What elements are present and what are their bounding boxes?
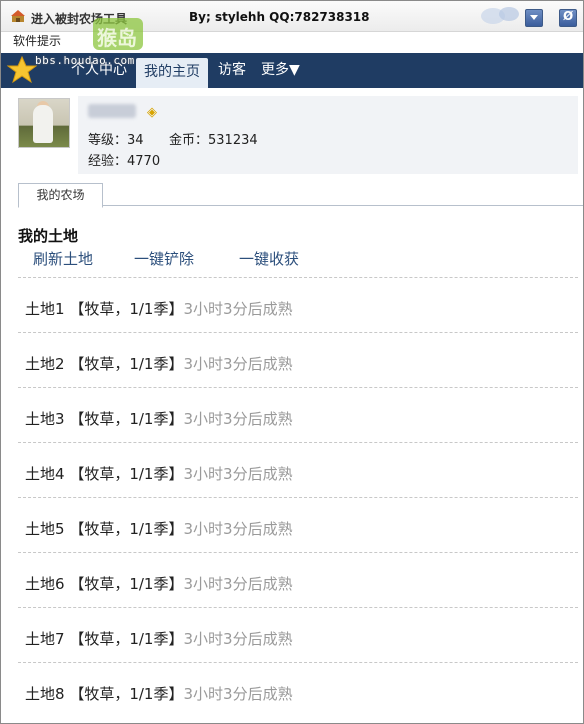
close-button[interactable] [559, 9, 577, 27]
plot-time: 3小时3分后成熟 [183, 300, 293, 318]
plot-name: 土地1 [25, 300, 65, 318]
plot-name: 土地6 [25, 575, 65, 593]
vip-badge-icon: ◈ [147, 105, 157, 120]
plot-crop: 【牧草，1/1季】 [69, 630, 184, 648]
plot-crop: 【牧草，1/1季】 [69, 685, 184, 703]
gold-value: 531234 [208, 133, 258, 148]
level-stat: 等级：34 [88, 129, 144, 148]
plot-info: 土地8 【牧草，1/1季】3小时3分后成熟 [25, 683, 293, 704]
plot-crop: 【牧草，1/1季】 [69, 300, 184, 318]
plot-name: 土地2 [25, 355, 65, 373]
watermark-text: bbs.houdao.com [35, 54, 135, 67]
plot-info: 土地1 【牧草，1/1季】3小时3分后成熟 [25, 298, 293, 319]
plot-crop: 【牧草，1/1季】 [69, 410, 184, 428]
refresh-land-link[interactable]: 刷新土地 [33, 248, 93, 269]
plot-name: 土地5 [25, 520, 65, 538]
plot-name: 土地4 [25, 465, 65, 483]
decoration-icon [481, 7, 519, 24]
plot-time: 3小时3分后成熟 [183, 355, 293, 373]
plot-time: 3小时3分后成熟 [183, 685, 293, 703]
land-plot-row[interactable]: 土地5 【牧草，1/1季】3小时3分后成熟 [18, 497, 578, 553]
star-icon [7, 55, 37, 84]
land-plot-row[interactable]: 土地3 【牧草，1/1季】3小时3分后成熟 [18, 387, 578, 443]
author-info: By; stylehh QQ:782738318 [189, 10, 370, 24]
land-plot-row[interactable]: 土地2 【牧草，1/1季】3小时3分后成熟 [18, 332, 578, 388]
plot-name: 土地7 [25, 630, 65, 648]
nav-more[interactable]: 更多▼ [261, 53, 300, 88]
minimize-button[interactable] [525, 9, 543, 27]
plot-name: 土地8 [25, 685, 65, 703]
plot-time: 3小时3分后成熟 [183, 630, 293, 648]
farm-app-icon [11, 10, 25, 22]
gold-label: 金币： [169, 133, 209, 148]
land-plot-row[interactable]: 土地7 【牧草，1/1季】3小时3分后成熟 [18, 607, 578, 663]
plot-time: 3小时3分后成熟 [183, 410, 293, 428]
level-label: 等级： [88, 133, 128, 148]
clear-all-link[interactable]: 一键铲除 [134, 248, 194, 269]
software-tip-link[interactable]: 软件提示 [13, 32, 61, 49]
exp-value: 4770 [127, 154, 161, 169]
plot-name: 土地3 [25, 410, 65, 428]
land-plot-row[interactable]: 土地4 【牧草，1/1季】3小时3分后成熟 [18, 442, 578, 498]
avatar[interactable] [18, 98, 70, 148]
plot-time: 3小时3分后成熟 [183, 465, 293, 483]
plot-info: 土地2 【牧草，1/1季】3小时3分后成熟 [25, 353, 293, 374]
gold-stat: 金币：531234 [169, 129, 258, 148]
plot-info: 土地5 【牧草，1/1季】3小时3分后成熟 [25, 518, 293, 539]
plot-time: 3小时3分后成熟 [183, 520, 293, 538]
harvest-all-link[interactable]: 一键收获 [239, 248, 299, 269]
level-value: 34 [127, 133, 144, 148]
land-plot-row[interactable]: 土地1 【牧草，1/1季】3小时3分后成熟 [18, 277, 578, 333]
plot-crop: 【牧草，1/1季】 [69, 465, 184, 483]
plot-crop: 【牧草，1/1季】 [69, 355, 184, 373]
land-plot-row[interactable]: 土地8 【牧草，1/1季】3小时3分后成熟 [18, 662, 578, 718]
nav-visitors[interactable]: 访客 [218, 53, 246, 88]
plot-info: 土地7 【牧草，1/1季】3小时3分后成熟 [25, 628, 293, 649]
section-title-my-land: 我的土地 [18, 227, 79, 245]
plot-info: 土地6 【牧草，1/1季】3小时3分后成熟 [25, 573, 293, 594]
site-badge-text: 猴岛 [97, 26, 137, 50]
nav-my-homepage[interactable]: 我的主页 [136, 58, 208, 88]
tab-my-farm[interactable]: 我的农场 [18, 183, 103, 208]
plot-info: 土地3 【牧草，1/1季】3小时3分后成熟 [25, 408, 293, 429]
plot-time: 3小时3分后成熟 [183, 575, 293, 593]
plot-crop: 【牧草，1/1季】 [69, 575, 184, 593]
exp-label: 经验： [88, 154, 128, 169]
app-window: 进入被封农场工具 By; stylehh QQ:782738318 猴岛 软件提… [0, 0, 584, 724]
title-bar: 进入被封农场工具 By; stylehh QQ:782738318 [1, 1, 583, 32]
plot-crop: 【牧草，1/1季】 [69, 520, 184, 538]
land-plot-row[interactable]: 土地6 【牧草，1/1季】3小时3分后成熟 [18, 552, 578, 608]
exp-stat: 经验：4770 [88, 150, 160, 169]
username-blurred [88, 104, 136, 118]
plot-info: 土地4 【牧草，1/1季】3小时3分后成熟 [25, 463, 293, 484]
site-badge: 猴岛 [93, 18, 143, 50]
